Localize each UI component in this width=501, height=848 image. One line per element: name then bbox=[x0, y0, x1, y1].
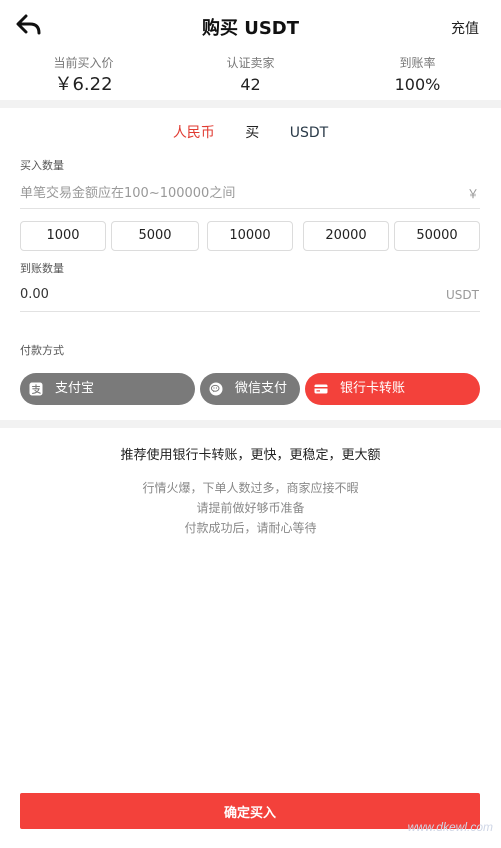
quick-amount-button[interactable]: 10000 bbox=[207, 221, 293, 251]
trade-direction: 买 bbox=[245, 125, 260, 141]
stat-value: ￥6.22 bbox=[54, 74, 113, 95]
recommend-text: 推荐使用银行卡转账，更快，更稳定，更大额 bbox=[120, 448, 381, 463]
buy-amount-input[interactable] bbox=[20, 182, 440, 204]
received-amount-value: 0.00 bbox=[20, 287, 49, 302]
wechat-icon bbox=[209, 382, 223, 396]
currency-from[interactable]: 人民币 bbox=[173, 125, 215, 141]
usdt-suffix: USDT bbox=[446, 288, 479, 302]
recharge-link[interactable]: 充值 bbox=[451, 18, 479, 38]
section-divider bbox=[0, 420, 501, 428]
alipay-icon bbox=[29, 382, 43, 396]
stat-label: 到账率 bbox=[399, 56, 436, 70]
payment-bank-transfer-button[interactable]: 银行卡转账 bbox=[305, 373, 480, 405]
stat-value: 100% bbox=[394, 75, 441, 94]
currency-to[interactable]: USDT bbox=[290, 125, 328, 141]
payment-wechat-button[interactable]: 微信支付 bbox=[200, 373, 300, 405]
stat-buy-price: 当前买入价 ￥6.22 bbox=[0, 55, 167, 97]
stat-value: 42 bbox=[240, 75, 261, 94]
section-divider bbox=[0, 100, 501, 108]
received-amount-label: 到账数量 bbox=[20, 262, 64, 275]
payment-label: 银行卡转账 bbox=[340, 381, 406, 396]
quick-amount-button[interactable]: 1000 bbox=[20, 221, 106, 251]
input-underline bbox=[20, 208, 480, 209]
buy-amount-label: 买入数量 bbox=[20, 159, 64, 172]
bank-card-icon bbox=[314, 384, 328, 394]
stat-label: 认证卖家 bbox=[226, 56, 275, 70]
payment-method-label: 付款方式 bbox=[20, 344, 64, 357]
payment-label: 支付宝 bbox=[55, 381, 95, 396]
received-underline bbox=[20, 311, 480, 312]
notice-line: 请提前做好够币准备 bbox=[196, 501, 305, 515]
payment-label: 微信支付 bbox=[235, 381, 288, 396]
currency-switch: 人民币 买 USDT bbox=[0, 122, 501, 142]
quick-amount-button[interactable]: 20000 bbox=[303, 221, 389, 251]
header-bar: 购买 USDT 充值 bbox=[0, 0, 501, 52]
stat-verified-sellers: 认证卖家 42 bbox=[167, 55, 334, 97]
quick-amount-button[interactable]: 50000 bbox=[394, 221, 480, 251]
quick-amount-button[interactable]: 5000 bbox=[111, 221, 199, 251]
notice-line: 付款成功后，请耐心等待 bbox=[184, 521, 317, 535]
payment-alipay-button[interactable]: 支付宝 bbox=[20, 373, 195, 405]
stat-arrival-rate: 到账率 100% bbox=[334, 55, 501, 97]
stat-label: 当前买入价 bbox=[53, 56, 114, 70]
yen-suffix: ￥ bbox=[466, 187, 479, 201]
notice-text: 行情火爆，下单人数过多，商家应接不暇 请提前做好够币准备 付款成功后，请耐心等待 bbox=[0, 478, 501, 538]
market-stats: 当前买入价 ￥6.22 认证卖家 42 到账率 100% bbox=[0, 55, 501, 97]
page-title: 购买 USDT bbox=[201, 18, 300, 39]
quick-amount-group: 1000 5000 10000 20000 50000 bbox=[20, 221, 480, 251]
watermark: www.dkewl.com bbox=[407, 820, 493, 834]
notice-line: 行情火爆，下单人数过多，商家应接不暇 bbox=[142, 481, 359, 495]
